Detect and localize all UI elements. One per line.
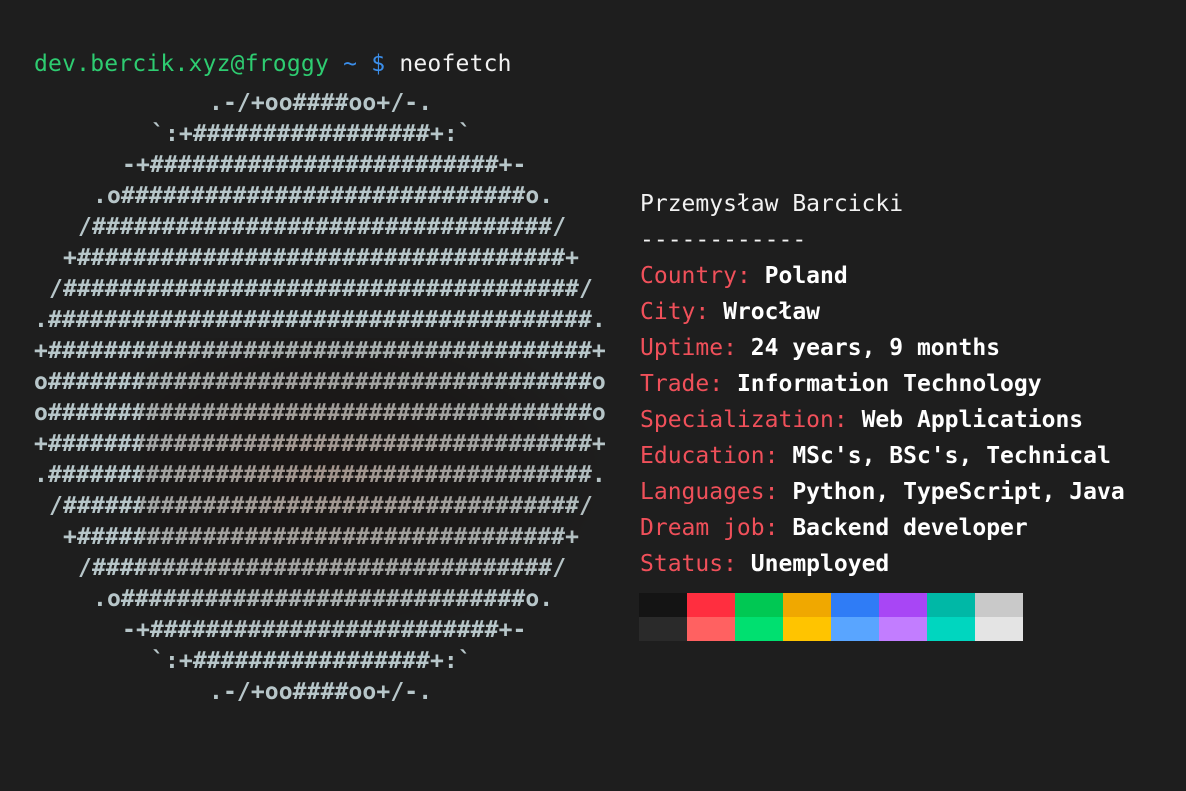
color-swatch-normal (927, 593, 975, 617)
ascii-logo-line: `:+#################+:` (151, 121, 472, 147)
ascii-logo-line: o#######################################… (34, 369, 606, 395)
info-separator: ------------ (640, 227, 807, 253)
info-row-uptime: Uptime: 24 years, 9 months (640, 335, 1001, 361)
color-swatch-normal (735, 593, 783, 617)
color-swatch-bright (735, 617, 783, 641)
info-value: Python, TypeScript, Java (792, 479, 1125, 505)
ascii-logo-line: /#################################/ (78, 555, 567, 581)
color-swatch-bright (687, 617, 735, 641)
info-key: Country (640, 263, 737, 289)
color-swatch-normal (879, 593, 927, 617)
info-key: Status (640, 551, 724, 577)
color-swatch-bright (639, 617, 687, 641)
color-swatch-normal (783, 593, 831, 617)
system-info: Przemysław Barcicki ------------ Country… (640, 186, 1125, 582)
prompt-user-host: dev.bercik.xyz@froggy (34, 51, 329, 77)
ascii-logo: .-/+oo####oo+/-. `:+#################+:`… (0, 88, 640, 708)
info-key: Dream job (640, 515, 765, 541)
info-key: Education (640, 443, 765, 469)
info-name: Przemysław Barcicki (640, 191, 904, 217)
ascii-logo-line: -+#########################+- (122, 152, 527, 178)
color-swatch-bright (975, 617, 1023, 641)
info-key: City (640, 299, 696, 325)
info-value: Backend developer (792, 515, 1028, 541)
color-swatch-normal (639, 593, 687, 617)
ascii-logo-line: .-/+oo####oo+/-. (209, 679, 433, 705)
color-swatch-bright (831, 617, 879, 641)
info-row-languages: Languages: Python, TypeScript, Java (640, 479, 1125, 505)
color-palette (639, 593, 1023, 641)
ascii-logo-line: .o#############################o. (93, 586, 554, 612)
ascii-logo-line: /#################################/ (78, 214, 567, 240)
color-swatch-normal (831, 593, 879, 617)
ascii-logo-line: +###################################+ (63, 524, 580, 550)
color-swatch-bright (783, 617, 831, 641)
info-value: Wrocław (723, 299, 821, 325)
info-row-city: City: Wrocław (640, 299, 821, 325)
info-key: Trade (640, 371, 710, 397)
info-row-dream-job: Dream job: Backend developer (640, 515, 1028, 541)
info-value: Poland (764, 263, 848, 289)
ascii-logo-line: .o#############################o. (93, 183, 554, 209)
color-swatch-bright (927, 617, 975, 641)
info-value: Unemployed (750, 551, 890, 577)
info-row-status: Status: Unemployed (640, 551, 890, 577)
ascii-logo-line: .-/+oo####oo+/-. (209, 90, 433, 116)
ascii-logo-line: +###################################+ (63, 245, 580, 271)
info-key: Languages (640, 479, 765, 505)
info-value: Web Applications (861, 407, 1084, 433)
info-row-country: Country: Poland (640, 263, 848, 289)
info-value: MSc's, BSc's, Technical (792, 443, 1111, 469)
prompt-command[interactable]: neofetch (399, 51, 511, 77)
ascii-logo-line: +#######################################… (34, 431, 606, 457)
prompt-path: ~ (343, 51, 358, 77)
ascii-logo-line: /#####################################/ (49, 276, 593, 302)
ascii-logo-line: .#######################################… (34, 462, 606, 488)
info-row-trade: Trade: Information Technology (640, 371, 1042, 397)
prompt-line: dev.bercik.xyz@froggy ~ $ neofetch (34, 46, 512, 82)
ascii-logo-line: +#######################################… (34, 338, 606, 364)
info-value: Information Technology (736, 371, 1042, 397)
info-key: Specialization (640, 407, 834, 433)
ascii-logo-line: /#####################################/ (49, 493, 593, 519)
color-swatch-normal (687, 593, 735, 617)
info-row-specialization: Specialization: Web Applications (640, 407, 1084, 433)
color-swatch-bright (879, 617, 927, 641)
info-row-education: Education: MSc's, BSc's, Technical (640, 443, 1111, 469)
ascii-logo-line: o#######################################… (34, 400, 606, 426)
prompt-symbol: $ (371, 51, 386, 77)
color-swatch-normal (975, 593, 1023, 617)
info-key: Uptime (640, 335, 724, 361)
info-value: 24 years, 9 months (750, 335, 1001, 361)
ascii-logo-line: -+#########################+- (122, 617, 527, 643)
ascii-logo-line: `:+#################+:` (151, 648, 472, 674)
ascii-logo-line: .#######################################… (34, 307, 606, 333)
